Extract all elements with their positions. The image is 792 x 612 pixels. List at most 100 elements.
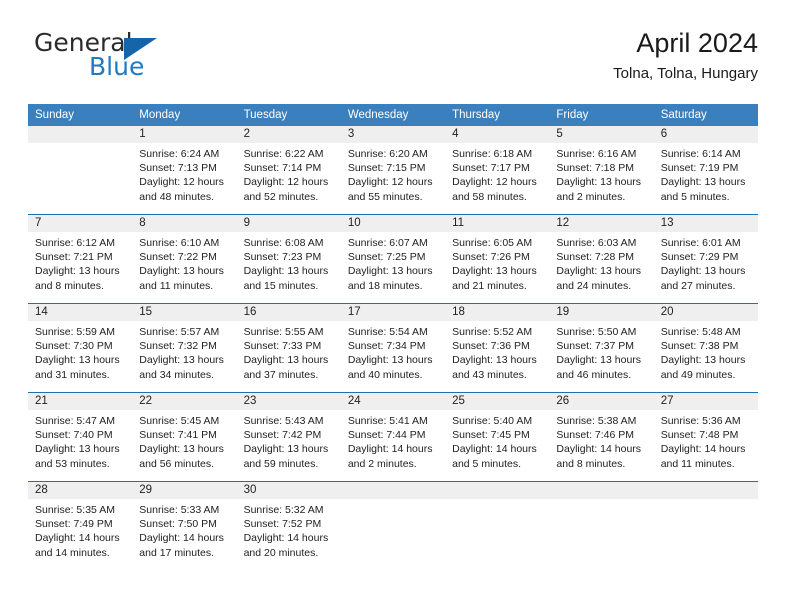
day-number[interactable] <box>28 126 132 143</box>
day-number[interactable]: 21 <box>28 393 132 410</box>
day-number[interactable]: 15 <box>132 304 236 321</box>
day-number[interactable] <box>549 482 653 499</box>
sunrise-text: Sunrise: 5:54 AM <box>347 326 428 338</box>
day-number[interactable]: 4 <box>445 126 549 143</box>
day-number[interactable]: 7 <box>28 215 132 232</box>
day-number[interactable]: 5 <box>549 126 653 143</box>
sunset-text: Sunset: 7:34 PM <box>347 340 426 353</box>
daylight-text-line1: Daylight: 12 hours <box>347 176 433 189</box>
day-number[interactable]: 14 <box>28 304 132 321</box>
day-number[interactable]: 6 <box>654 126 758 143</box>
day-cell[interactable]: Sunrise: 5:35 AM Sunset: 7:49 PM Dayligh… <box>28 499 132 570</box>
day-cell[interactable]: Sunrise: 5:57 AM Sunset: 7:32 PM Dayligh… <box>132 321 236 392</box>
day-cell[interactable]: Sunrise: 6:08 AM Sunset: 7:23 PM Dayligh… <box>237 232 341 303</box>
day-number[interactable]: 17 <box>341 304 445 321</box>
day-number[interactable] <box>654 482 758 499</box>
day-cell[interactable]: Sunrise: 5:36 AM Sunset: 7:48 PM Dayligh… <box>654 410 758 481</box>
day-number[interactable]: 9 <box>237 215 341 232</box>
day-cell[interactable]: Sunrise: 5:38 AM Sunset: 7:46 PM Dayligh… <box>549 410 653 481</box>
day-number[interactable]: 24 <box>341 393 445 410</box>
day-cell[interactable]: Sunrise: 5:32 AM Sunset: 7:52 PM Dayligh… <box>237 499 341 570</box>
day-number[interactable]: 3 <box>341 126 445 143</box>
day-cell[interactable]: Sunrise: 6:03 AM Sunset: 7:28 PM Dayligh… <box>549 232 653 303</box>
daylight-text-line1: Daylight: 13 hours <box>243 354 329 367</box>
daylight-text-line1: Daylight: 12 hours <box>243 176 329 189</box>
day-cell[interactable]: Sunrise: 5:47 AM Sunset: 7:40 PM Dayligh… <box>28 410 132 481</box>
day-cell[interactable]: Sunrise: 5:50 AM Sunset: 7:37 PM Dayligh… <box>549 321 653 392</box>
daylight-text-line2: and 2 minutes. <box>556 190 626 203</box>
daylight-text-line2: and 56 minutes. <box>139 457 214 470</box>
day-number[interactable]: 11 <box>445 215 549 232</box>
day-cell[interactable]: Sunrise: 6:16 AM Sunset: 7:18 PM Dayligh… <box>549 143 653 214</box>
day-number[interactable]: 27 <box>654 393 758 410</box>
day-number[interactable]: 18 <box>445 304 549 321</box>
weekday-header-monday: Monday <box>139 109 181 121</box>
day-number[interactable] <box>445 482 549 499</box>
day-number[interactable]: 19 <box>549 304 653 321</box>
day-cell[interactable]: Sunrise: 5:55 AM Sunset: 7:33 PM Dayligh… <box>237 321 341 392</box>
day-cell[interactable]: Sunrise: 6:14 AM Sunset: 7:19 PM Dayligh… <box>654 143 758 214</box>
sunrise-text: Sunrise: 5:47 AM <box>35 415 115 427</box>
day-cell[interactable]: Sunrise: 5:43 AM Sunset: 7:42 PM Dayligh… <box>237 410 341 481</box>
daylight-text-line2: and 31 minutes. <box>35 368 110 381</box>
day-number[interactable]: 16 <box>237 304 341 321</box>
weekday-header-sunday: Sunday <box>35 109 75 121</box>
day-number[interactable]: 23 <box>237 393 341 410</box>
daylight-text-line2: and 8 minutes. <box>35 279 104 292</box>
daylight-text-line1: Daylight: 13 hours <box>556 265 642 278</box>
day-cell[interactable] <box>549 499 653 570</box>
day-detail-band: Sunrise: 6:12 AM Sunset: 7:21 PM Dayligh… <box>28 232 758 303</box>
day-number[interactable]: 12 <box>549 215 653 232</box>
day-cell[interactable]: Sunrise: 5:40 AM Sunset: 7:45 PM Dayligh… <box>445 410 549 481</box>
day-cell[interactable]: Sunrise: 6:24 AM Sunset: 7:13 PM Dayligh… <box>132 143 236 214</box>
sunrise-text: Sunrise: 5:48 AM <box>660 326 741 338</box>
daylight-text-line2: and 37 minutes. <box>243 368 319 381</box>
day-cell[interactable] <box>28 143 132 214</box>
day-cell[interactable]: Sunrise: 5:54 AM Sunset: 7:34 PM Dayligh… <box>341 321 445 392</box>
week-row: 7 8 9 10 11 12 13 Sunrise: 6:12 AM Sunse… <box>28 214 758 303</box>
daylight-text-line2: and 11 minutes. <box>139 279 214 292</box>
day-cell[interactable]: Sunrise: 5:41 AM Sunset: 7:44 PM Dayligh… <box>341 410 445 481</box>
day-cell[interactable]: Sunrise: 5:33 AM Sunset: 7:50 PM Dayligh… <box>132 499 236 570</box>
day-cell[interactable] <box>445 499 549 570</box>
day-cell[interactable]: Sunrise: 5:45 AM Sunset: 7:41 PM Dayligh… <box>132 410 236 481</box>
sunset-text: Sunset: 7:48 PM <box>660 429 739 442</box>
day-cell[interactable]: Sunrise: 6:10 AM Sunset: 7:22 PM Dayligh… <box>132 232 236 303</box>
day-number[interactable]: 25 <box>445 393 549 410</box>
day-number[interactable]: 1 <box>132 126 236 143</box>
day-number[interactable]: 30 <box>237 482 341 499</box>
daylight-text-line1: Daylight: 13 hours <box>660 265 746 278</box>
daylight-text-line2: and 40 minutes. <box>347 368 423 381</box>
day-number[interactable] <box>341 482 445 499</box>
daylight-text-line1: Daylight: 14 hours <box>660 443 746 456</box>
day-cell[interactable]: Sunrise: 6:07 AM Sunset: 7:25 PM Dayligh… <box>341 232 445 303</box>
day-cell[interactable]: Sunrise: 6:20 AM Sunset: 7:15 PM Dayligh… <box>341 143 445 214</box>
day-number[interactable]: 13 <box>654 215 758 232</box>
day-number[interactable]: 8 <box>132 215 236 232</box>
sunset-text: Sunset: 7:19 PM <box>660 162 739 175</box>
day-cell[interactable]: Sunrise: 5:52 AM Sunset: 7:36 PM Dayligh… <box>445 321 549 392</box>
day-number[interactable]: 2 <box>237 126 341 143</box>
sunset-text: Sunset: 7:38 PM <box>660 340 739 353</box>
sunrise-text: Sunrise: 5:57 AM <box>139 326 220 338</box>
brand-name-blue: Blue <box>89 52 145 81</box>
day-cell[interactable] <box>654 499 758 570</box>
day-cell[interactable]: Sunrise: 6:05 AM Sunset: 7:26 PM Dayligh… <box>445 232 549 303</box>
daylight-text-line1: Daylight: 14 hours <box>139 532 224 545</box>
day-number[interactable]: 10 <box>341 215 445 232</box>
day-number[interactable]: 20 <box>654 304 758 321</box>
day-cell[interactable]: Sunrise: 5:48 AM Sunset: 7:38 PM Dayligh… <box>654 321 758 392</box>
day-cell[interactable]: Sunrise: 5:59 AM Sunset: 7:30 PM Dayligh… <box>28 321 132 392</box>
day-cell[interactable]: Sunrise: 6:12 AM Sunset: 7:21 PM Dayligh… <box>28 232 132 303</box>
daylight-text-line2: and 34 minutes. <box>139 368 214 381</box>
day-cell[interactable]: Sunrise: 6:22 AM Sunset: 7:14 PM Dayligh… <box>237 143 341 214</box>
sunrise-text: Sunrise: 6:10 AM <box>139 237 220 249</box>
day-number[interactable]: 22 <box>132 393 236 410</box>
general-blue-logo[interactable]: General Blue <box>28 26 288 88</box>
day-cell[interactable]: Sunrise: 6:01 AM Sunset: 7:29 PM Dayligh… <box>654 232 758 303</box>
day-number[interactable]: 28 <box>28 482 132 499</box>
day-cell[interactable]: Sunrise: 6:18 AM Sunset: 7:17 PM Dayligh… <box>445 143 549 214</box>
day-cell[interactable] <box>341 499 445 570</box>
day-number[interactable]: 26 <box>549 393 653 410</box>
day-number[interactable]: 29 <box>132 482 236 499</box>
